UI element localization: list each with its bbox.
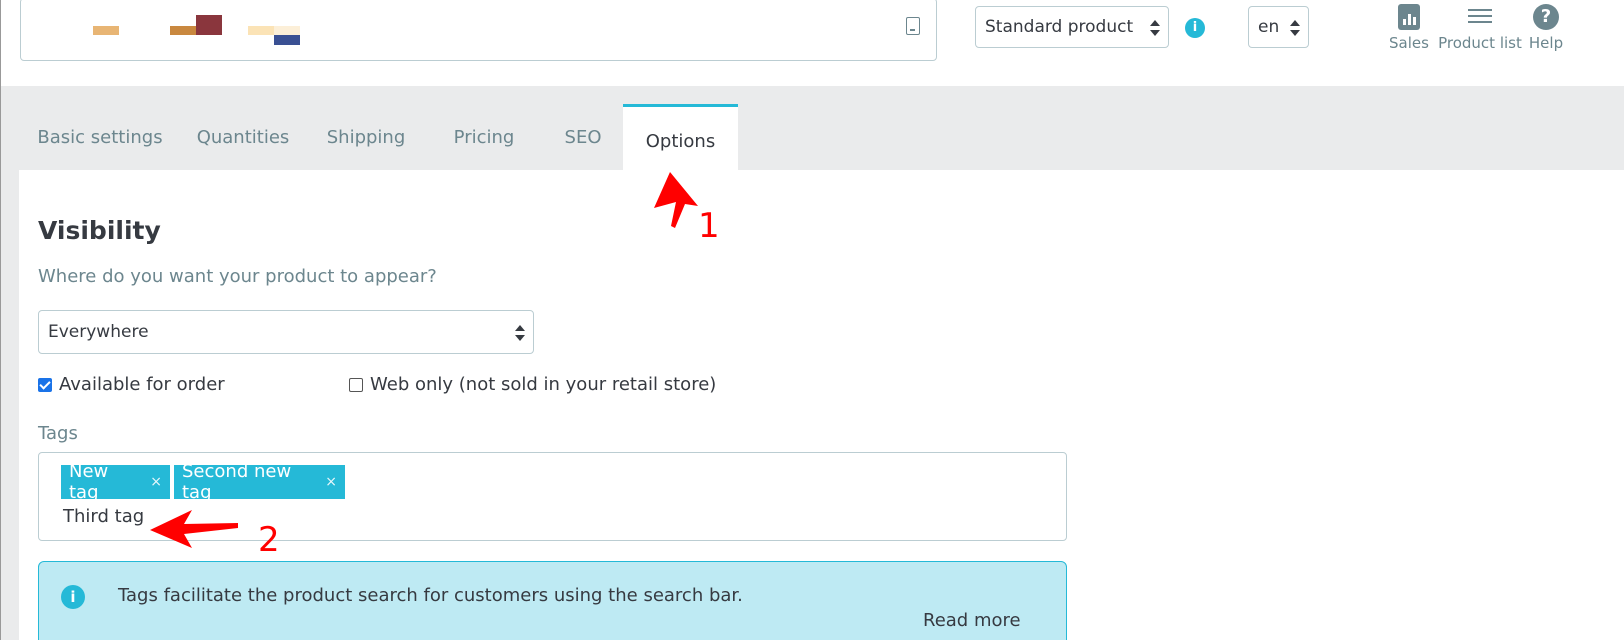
top-bar: Standard product i en Sales Product list… — [0, 0, 1624, 86]
tag-label: New tag — [69, 461, 109, 503]
sales-label: Sales — [1389, 34, 1429, 52]
color-swatch — [93, 26, 119, 35]
available-for-order-option[interactable]: Available for order — [38, 374, 225, 395]
remove-tag-icon[interactable]: × — [325, 474, 337, 490]
tab-pricing[interactable]: Pricing — [426, 104, 542, 170]
help-link[interactable]: ? Help — [1521, 4, 1571, 52]
color-swatch — [196, 15, 222, 35]
visibility-heading: Visibility — [38, 216, 161, 245]
visibility-question: Where do you want your product to appear… — [38, 266, 437, 287]
document-icon[interactable] — [906, 17, 920, 35]
tags-label: Tags — [38, 423, 78, 444]
list-icon — [1468, 4, 1492, 30]
tab-shipping[interactable]: Shipping — [306, 104, 426, 170]
tab-seo[interactable]: SEO — [542, 104, 624, 170]
tab-basic-settings[interactable]: Basic settings — [20, 104, 180, 170]
product-list-label: Product list — [1438, 34, 1522, 52]
help-icon: ? — [1533, 4, 1559, 30]
annotation-number-2: 2 — [258, 520, 280, 560]
web-only-checkbox[interactable] — [349, 377, 363, 392]
color-swatch — [274, 35, 300, 45]
language-select[interactable]: en — [1248, 6, 1309, 48]
available-for-order-label: Available for order — [59, 374, 225, 395]
help-label: Help — [1528, 34, 1564, 52]
color-swatch — [248, 26, 274, 35]
language-value: en — [1258, 17, 1280, 37]
tag-label: Second new tag — [182, 461, 292, 503]
product-type-select[interactable]: Standard product — [975, 6, 1169, 48]
read-more-link[interactable]: Read more — [923, 610, 1021, 631]
sales-link[interactable]: Sales — [1387, 4, 1431, 52]
tab-quantities[interactable]: Quantities — [180, 104, 306, 170]
visibility-select[interactable]: Everywhere — [38, 310, 534, 354]
alert-text: Tags facilitate the product search for c… — [118, 585, 743, 606]
color-swatch — [170, 26, 196, 35]
product-type-value: Standard product — [985, 17, 1134, 37]
available-for-order-checkbox[interactable] — [38, 377, 52, 392]
info-alert: i Tags facilitate the product search for… — [38, 561, 1067, 640]
annotation-arrow-2 — [150, 510, 238, 548]
remove-tag-icon[interactable]: × — [150, 474, 162, 490]
color-swatch — [274, 26, 300, 35]
select-arrows-icon — [1290, 20, 1300, 36]
tag-text-input[interactable]: Third tag — [63, 506, 144, 527]
tag-chip: New tag × — [61, 461, 170, 503]
visibility-value: Everywhere — [48, 322, 149, 342]
product-list-link[interactable]: Product list — [1435, 4, 1525, 52]
annotation-number-1: 1 — [698, 206, 720, 246]
select-arrows-icon — [515, 325, 525, 341]
product-name-field[interactable] — [20, 0, 937, 61]
web-only-option[interactable]: Web only (not sold in your retail store) — [349, 374, 716, 395]
info-icon[interactable]: i — [1185, 18, 1205, 38]
tab-options[interactable]: Options — [623, 104, 738, 170]
select-arrows-icon — [1150, 20, 1160, 36]
chart-icon — [1398, 4, 1420, 30]
tag-chip: Second new tag × — [174, 461, 345, 503]
web-only-label: Web only (not sold in your retail store) — [370, 374, 717, 395]
info-icon: i — [61, 585, 85, 609]
